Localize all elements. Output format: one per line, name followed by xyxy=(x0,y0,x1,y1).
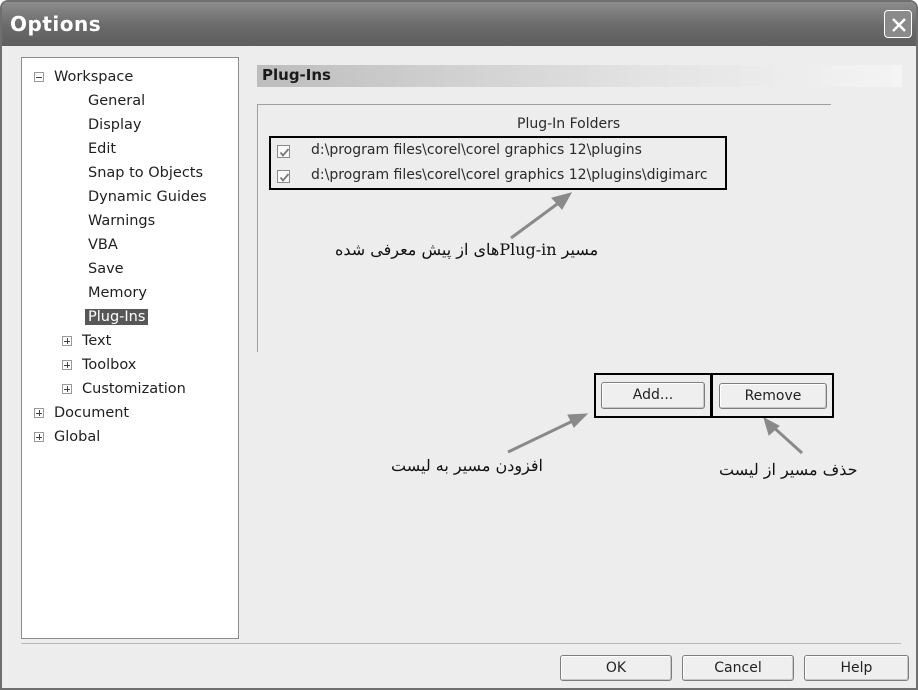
tree-item-label: Plug-Ins xyxy=(85,309,149,325)
folders-annotation: مسیر Plug-inهای از پیش معرفی شده xyxy=(335,240,599,259)
tree-item-label: Edit xyxy=(88,141,117,157)
page-title: Plug-Ins xyxy=(262,66,331,84)
tree-item-toolbox[interactable]: Toolbox xyxy=(62,354,136,376)
tree-item-memory[interactable]: Memory xyxy=(88,282,147,304)
tree-item-warnings[interactable]: Warnings xyxy=(88,210,155,232)
tree-item-label: Workspace xyxy=(54,69,134,85)
ok-button[interactable]: OK xyxy=(560,655,672,681)
tree-item-label: VBA xyxy=(88,237,118,253)
close-icon xyxy=(892,18,906,32)
window-title: Options xyxy=(10,12,102,36)
minus-icon[interactable] xyxy=(34,72,44,82)
tree-item-label: Display xyxy=(88,117,142,133)
tree-item-save[interactable]: Save xyxy=(88,258,124,280)
tree-item-global[interactable]: Global xyxy=(34,426,100,448)
tree-item-display[interactable]: Display xyxy=(88,114,141,136)
title-bar: Options xyxy=(2,2,916,46)
plus-icon[interactable] xyxy=(34,432,44,442)
tree-item-snap-to-objects[interactable]: Snap to Objects xyxy=(88,162,203,184)
tree-item-text[interactable]: Text xyxy=(62,330,111,352)
plus-icon[interactable] xyxy=(62,360,72,370)
tree-item-label: Dynamic Guides xyxy=(88,189,207,205)
tree-item-label: Toolbox xyxy=(82,357,137,373)
add-annotation: افزودن مسیر به لیست xyxy=(391,456,543,475)
tree-item-label: Customization xyxy=(82,381,186,397)
tree-item-workspace[interactable]: Workspace xyxy=(34,66,133,88)
tree-item-dynamic-guides[interactable]: Dynamic Guides xyxy=(88,186,207,208)
help-button[interactable]: Help xyxy=(804,655,909,681)
folder-path: d:\program files\corel\corel graphics 12… xyxy=(311,142,642,158)
tree-item-label: Warnings xyxy=(88,213,156,229)
tree-item-edit[interactable]: Edit xyxy=(88,138,116,160)
plus-icon[interactable] xyxy=(34,408,44,418)
folder-list: d:\program files\corel\corel graphics 12… xyxy=(269,136,727,190)
tree-item-plug-ins[interactable]: Plug-Ins xyxy=(85,306,149,328)
folder-checkbox[interactable] xyxy=(277,145,290,158)
plus-icon[interactable] xyxy=(62,384,72,394)
tree-item-label: Save xyxy=(88,261,124,277)
plus-icon[interactable] xyxy=(62,336,72,346)
tree-item-label: Memory xyxy=(88,285,147,301)
tree-item-label: Document xyxy=(54,405,130,421)
tree-item-document[interactable]: Document xyxy=(34,402,129,424)
options-dialog: Options Workspace General Display Edit S… xyxy=(0,0,918,690)
folder-path: d:\program files\corel\corel graphics 12… xyxy=(311,167,708,183)
tree-item-label: Text xyxy=(82,333,112,349)
list-item[interactable]: d:\program files\corel\corel graphics 12… xyxy=(271,140,725,164)
close-button[interactable] xyxy=(884,10,912,38)
tree-item-label: Snap to Objects xyxy=(88,165,204,181)
tree-item-label: General xyxy=(88,93,146,109)
tree-item-general[interactable]: General xyxy=(88,90,145,112)
tree-item-label: Global xyxy=(54,429,101,445)
remove-annotation: حذف مسیر از لیست xyxy=(719,460,858,479)
list-item[interactable]: d:\program files\corel\corel graphics 12… xyxy=(271,165,725,189)
folder-checkbox[interactable] xyxy=(277,170,290,183)
options-tree: Workspace General Display Edit Snap to O… xyxy=(21,57,239,639)
cancel-button[interactable]: Cancel xyxy=(682,655,794,681)
divider xyxy=(21,643,901,644)
tree-item-vba[interactable]: VBA xyxy=(88,234,118,256)
remove-button[interactable]: Remove xyxy=(719,383,827,409)
group-title: Plug-In Folders xyxy=(517,116,621,132)
checkmark-icon xyxy=(279,148,290,157)
checkmark-icon xyxy=(279,173,290,182)
tree-item-customization[interactable]: Customization xyxy=(62,378,186,400)
section-header: Plug-Ins xyxy=(257,65,902,87)
add-button[interactable]: Add... xyxy=(601,382,705,409)
